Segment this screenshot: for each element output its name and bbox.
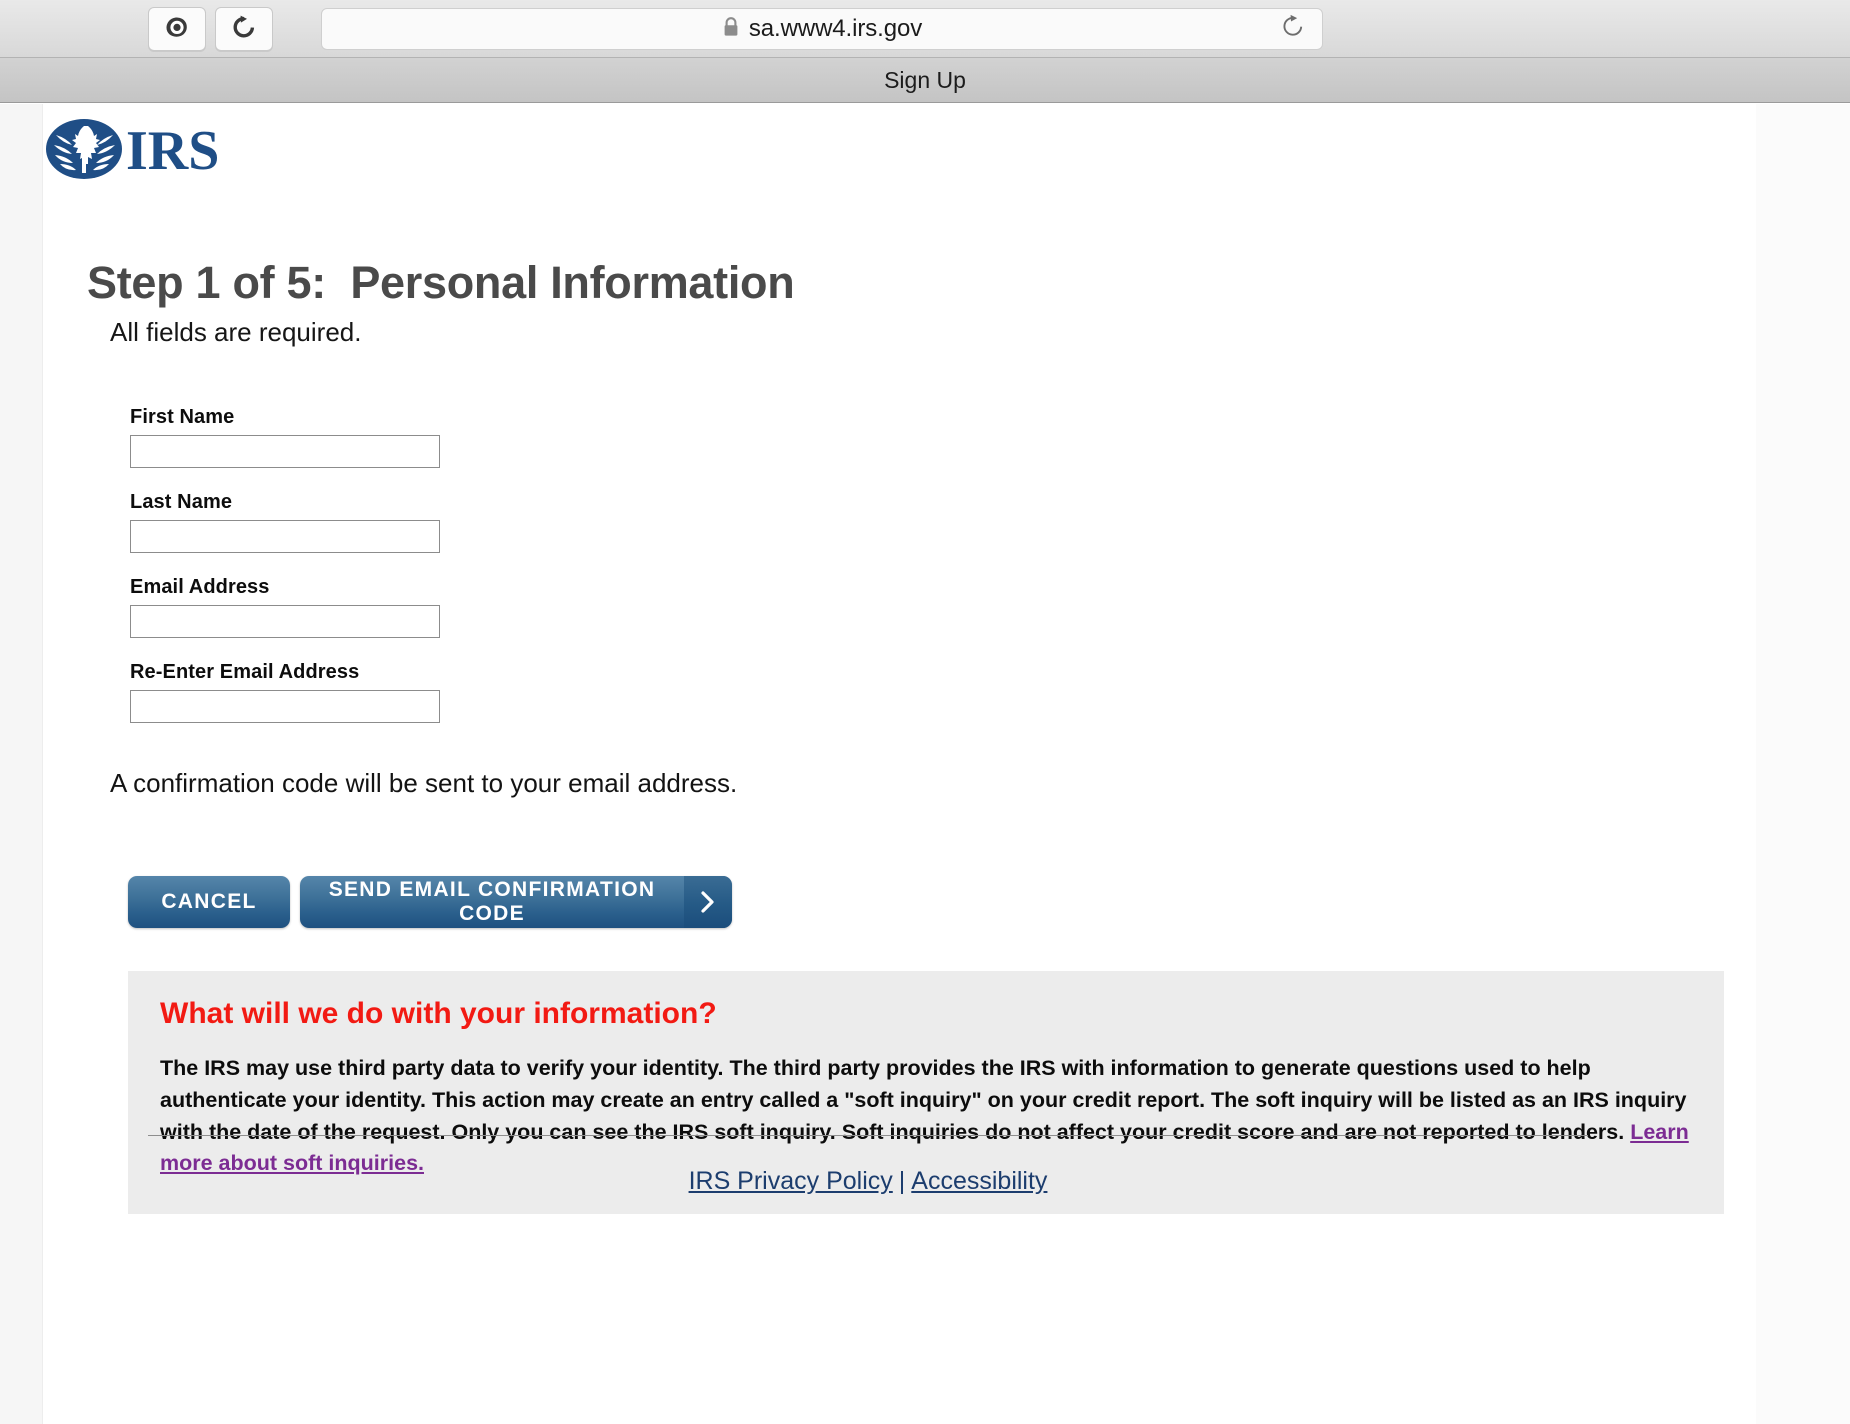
left-gutter <box>0 104 43 1424</box>
browser-toolbar: sa.www4.irs.gov <box>0 0 1850 58</box>
form-actions: CANCEL SEND EMAIL CONFIRMATION CODE <box>128 876 732 928</box>
footer-divider <box>148 1135 1588 1136</box>
confirmation-code-note: A confirmation code will be sent to your… <box>110 768 738 798</box>
field-group-last-name: Last Name <box>130 491 830 553</box>
footer-links: IRS Privacy Policy | Accessibility <box>148 1167 1588 1196</box>
reader-view-button[interactable] <box>148 7 206 51</box>
field-group-reenter-email-address: Re-Enter Email Address <box>130 661 830 723</box>
address-bar-url: sa.www4.irs.gov <box>748 15 923 42</box>
right-gutter <box>1756 104 1850 1424</box>
first-name-label: First Name <box>130 406 235 428</box>
reader-target-icon <box>164 14 190 45</box>
information-disclosure-text: The IRS may use third party data to veri… <box>160 1056 1687 1144</box>
send-button-label: SEND EMAIL CONFIRMATION CODE <box>328 878 656 925</box>
cancel-button-label: CANCEL <box>161 890 257 913</box>
field-group-first-name: First Name <box>130 406 830 468</box>
page-body: IRS Step 1 of 5: Personal Information Al… <box>0 104 1850 1424</box>
lock-icon <box>722 16 740 43</box>
last-name-input[interactable] <box>130 520 440 553</box>
send-email-confirmation-code-button[interactable]: SEND EMAIL CONFIRMATION CODE <box>300 876 732 928</box>
irs-logo-icon: IRS <box>46 119 219 181</box>
page-heading: Step 1 of 5: Personal Information <box>87 257 795 308</box>
last-name-label: Last Name <box>130 491 233 513</box>
field-group-email-address: Email Address <box>130 576 830 638</box>
page-content: IRS Step 1 of 5: Personal Information Al… <box>44 104 1756 1424</box>
irs-privacy-policy-link[interactable]: IRS Privacy Policy <box>689 1167 893 1195</box>
footer-link-separator: | <box>898 1167 906 1195</box>
accessibility-link[interactable]: Accessibility <box>911 1167 1047 1195</box>
cancel-button[interactable]: CANCEL <box>128 876 290 928</box>
all-fields-required-note: All fields are required. <box>110 317 362 347</box>
page-title: Sign Up <box>884 66 966 93</box>
chevron-right-icon <box>684 876 732 928</box>
svg-text:IRS: IRS <box>126 120 219 181</box>
reload-button[interactable] <box>215 7 273 51</box>
irs-logo[interactable]: IRS <box>44 116 264 182</box>
information-disclosure-body: The IRS may use third party data to veri… <box>160 1053 1692 1180</box>
email-address-input[interactable] <box>130 605 440 638</box>
reenter-email-address-label: Re-Enter Email Address <box>130 661 360 683</box>
address-bar-reload-icon[interactable] <box>1280 13 1306 46</box>
first-name-input[interactable] <box>130 435 440 468</box>
address-bar-content: sa.www4.irs.gov <box>722 15 922 43</box>
reenter-email-address-input[interactable] <box>130 690 440 723</box>
browser-toolbar-row: sa.www4.irs.gov <box>0 0 1850 58</box>
email-address-label: Email Address <box>130 576 270 598</box>
personal-information-form: First Name Last Name Email Address Re-En… <box>130 406 830 746</box>
address-bar[interactable]: sa.www4.irs.gov <box>321 8 1323 50</box>
information-disclosure-title: What will we do with your information? <box>160 997 717 1030</box>
page-title-bar: Sign Up <box>0 58 1850 103</box>
reload-icon <box>231 14 257 45</box>
